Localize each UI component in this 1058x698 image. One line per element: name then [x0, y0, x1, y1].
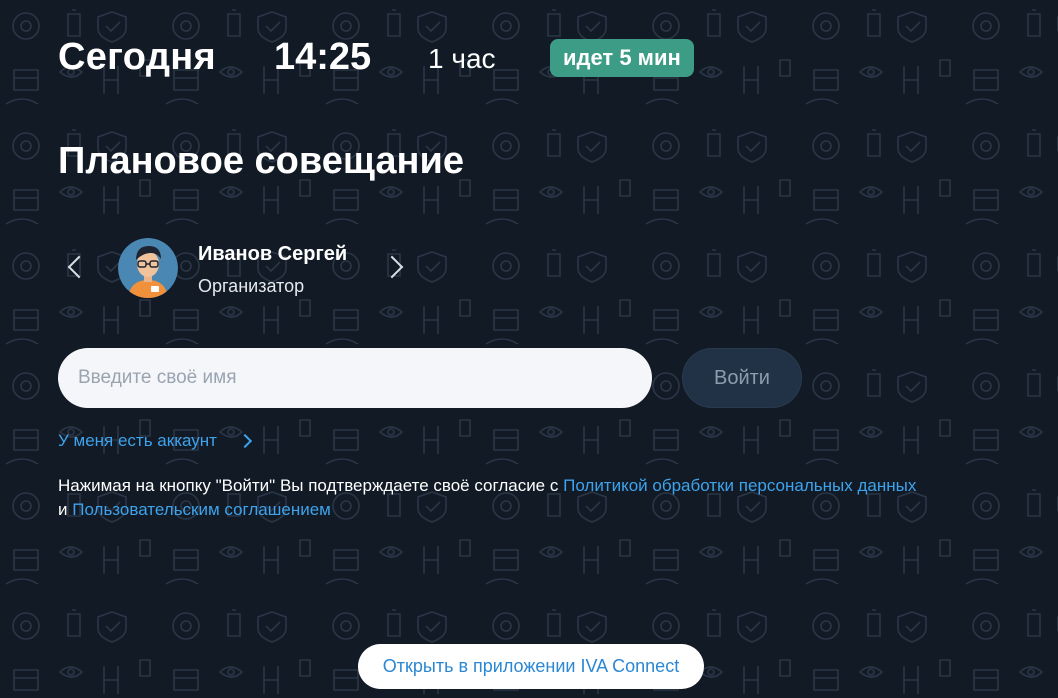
organizer-role: Организатор	[198, 276, 305, 296]
login-button[interactable]: Войти	[682, 348, 802, 408]
name-input[interactable]	[58, 348, 652, 408]
account-link[interactable]: У меня есть аккаунт	[58, 431, 217, 451]
meeting-duration: 1 час	[428, 43, 496, 74]
privacy-policy-link[interactable]: Политикой обработки персональных данных	[563, 476, 916, 495]
meeting-title: Плановое совещание	[58, 140, 464, 182]
chevron-left-icon[interactable]	[67, 255, 91, 279]
consent-prefix: Нажимая на кнопку "Войти" Вы подтверждае…	[58, 476, 564, 495]
meeting-date: Сегодня	[58, 36, 216, 78]
consent-text: Нажимая на кнопку "Войти" Вы подтверждае…	[58, 474, 1018, 522]
organizer-name: Иванов Сергей	[198, 243, 348, 265]
avatar	[118, 238, 178, 298]
status-badge: идет 5 мин	[550, 39, 694, 77]
terms-link[interactable]: Пользовательским соглашением	[72, 500, 331, 519]
chevron-right-icon[interactable]	[380, 255, 404, 279]
chevron-right-icon[interactable]	[237, 433, 253, 449]
organizer-avatar-icon	[118, 238, 178, 298]
consent-and: и	[58, 500, 73, 519]
meeting-time: 14:25	[274, 36, 372, 78]
open-in-app-button[interactable]: Открыть в приложении IVA Connect	[358, 644, 704, 689]
